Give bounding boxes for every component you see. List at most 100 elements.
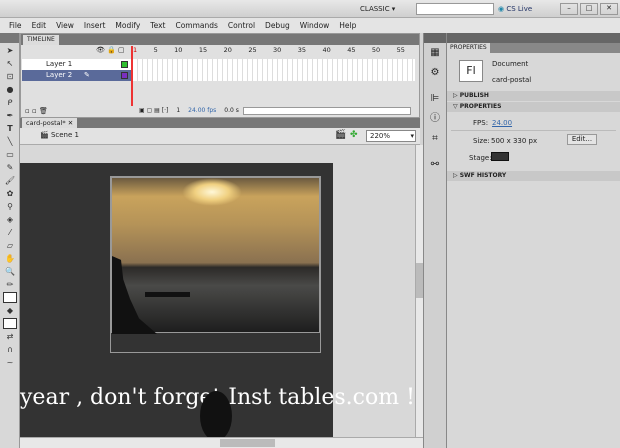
stage-area[interactable]: year , don't forget Inst tables.com ! <box>20 145 415 437</box>
eyedropper-tool-icon[interactable]: ⁄ <box>3 227 17 238</box>
align-icon[interactable]: ⊫ <box>424 89 446 109</box>
ruler-tick: 25 <box>248 46 257 54</box>
cs-live-button[interactable]: ◉ CS Live <box>498 3 532 15</box>
document-tab[interactable]: card-postal* ✕ <box>22 118 78 128</box>
bone-tool-icon[interactable]: ⚲ <box>3 201 17 212</box>
menu-file[interactable]: File <box>4 21 27 30</box>
zoom-select[interactable]: 220% ▾ <box>366 130 416 142</box>
stage-vscrollbar[interactable] <box>415 145 423 437</box>
menu-debug[interactable]: Debug <box>260 21 295 30</box>
library-icon[interactable]: ▦ <box>424 43 446 63</box>
fill-swatch[interactable] <box>3 318 17 329</box>
free-transform-tool-icon[interactable]: ⊡ <box>3 71 17 82</box>
swf-history-section[interactable]: ▷ SWF HISTORY <box>447 171 620 181</box>
3d-rotation-tool-icon[interactable]: ● <box>3 84 17 95</box>
properties-section[interactable]: ▽ PROPERTIES <box>447 102 620 112</box>
edit-scene-icon[interactable]: 🎬 <box>335 130 346 140</box>
ruler-tick: 30 <box>273 46 282 54</box>
layer-outline-color[interactable] <box>121 72 128 79</box>
layer-name: Layer 2 <box>46 71 73 79</box>
menu-help[interactable]: Help <box>334 21 361 30</box>
search-input[interactable] <box>416 3 494 15</box>
timeline-hscrollbar[interactable] <box>243 107 411 115</box>
properties-tab[interactable]: PROPERTIES <box>447 43 490 53</box>
info-icon[interactable]: ⓘ <box>424 109 446 129</box>
zoom-value: 220% <box>370 132 391 140</box>
edit-button[interactable]: Edit... <box>567 134 597 145</box>
stage-color-swatch[interactable] <box>491 152 509 161</box>
title-bar: CLASSIC ▾ ◉ CS Live – □ ✕ <box>0 0 620 18</box>
fps-value[interactable]: 24.00 <box>492 119 512 127</box>
fill-color-icon[interactable]: ◆ <box>3 305 17 316</box>
pencil-icon: ✎ <box>84 71 90 79</box>
layer-row-2[interactable]: Layer 2 ✎ <box>22 70 131 81</box>
edit-symbols-icon[interactable]: ✤ <box>350 130 358 140</box>
document-name: card-postal <box>492 76 532 84</box>
text-tool-icon[interactable]: T <box>3 123 17 134</box>
onion-skin-icons[interactable]: ▣ ▢ ▤ [·] <box>139 107 168 114</box>
frame-rate[interactable]: 24.00 fps <box>188 107 216 114</box>
sunset-photo[interactable] <box>111 177 320 334</box>
menu-bar: File Edit View Insert Modify Text Comman… <box>0 18 620 33</box>
timeline-tab[interactable]: TIMELINE <box>23 35 59 45</box>
close-icon[interactable]: ✕ <box>600 3 618 15</box>
ruler-tick: 10 <box>174 46 183 54</box>
transform-icon[interactable]: ⌗ <box>424 129 446 149</box>
line-tool-icon[interactable]: ╲ <box>3 136 17 147</box>
eraser-tool-icon[interactable]: ▱ <box>3 240 17 251</box>
stroke-color-icon[interactable]: ✏ <box>3 279 17 290</box>
stage-hscrollbar[interactable] <box>20 437 423 448</box>
menu-edit[interactable]: Edit <box>27 21 52 30</box>
layer-visibility-icons[interactable]: 👁 🔒 ▢ <box>96 46 125 54</box>
components-icon[interactable]: ⚯ <box>424 155 446 175</box>
fps-label: FPS: <box>473 119 489 127</box>
playhead[interactable] <box>131 46 133 106</box>
swap-colors-icon[interactable]: ⇄ <box>3 331 17 342</box>
deco-tool-icon[interactable]: ✿ <box>3 188 17 199</box>
minimize-icon[interactable]: – <box>560 3 578 15</box>
new-layer-buttons[interactable]: ▫ ▫ 🗑 <box>25 107 48 115</box>
tools-panel: ➤ ↖ ⊡ ● ᑭ ✒ T ╲ ▭ ✎ 🖌 ✿ ⚲ ◈ ⁄ ▱ ✋ 🔍 ✏ ◆ … <box>0 33 20 448</box>
stage-canvas[interactable]: year , don't forget Inst tables.com ! <box>20 163 415 437</box>
smooth-icon[interactable]: ~ <box>3 357 17 368</box>
rectangle-tool-icon[interactable]: ▭ <box>3 149 17 160</box>
pencil-tool-icon[interactable]: ✎ <box>3 162 17 173</box>
scene-breadcrumb[interactable]: 🎬 Scene 1 <box>40 131 79 139</box>
pen-tool-icon[interactable]: ✒ <box>3 110 17 121</box>
brush-tool-icon[interactable]: 🖌 <box>3 175 17 186</box>
menu-control[interactable]: Control <box>223 21 260 30</box>
menu-modify[interactable]: Modify <box>110 21 145 30</box>
menu-text[interactable]: Text <box>145 21 170 30</box>
properties-panel: PROPERTIES Fl Document card-postal ▷ PUB… <box>447 33 620 448</box>
frames-grid[interactable] <box>133 59 415 81</box>
menu-window[interactable]: Window <box>295 21 335 30</box>
motion-presets-icon[interactable]: ⚙ <box>424 63 446 83</box>
menu-commands[interactable]: Commands <box>170 21 222 30</box>
cs-live-icon: ◉ <box>498 5 505 13</box>
edit-bar: 🎬 Scene 1 🎬 ✤ 220% ▾ <box>20 128 420 145</box>
workspace-switcher[interactable]: CLASSIC ▾ <box>360 3 410 15</box>
publish-section[interactable]: ▷ PUBLISH <box>447 91 620 101</box>
timeline-panel: TIMELINE 👁 🔒 ▢ 1 5 10 15 20 25 30 35 40 45 50 55 La… <box>20 33 420 118</box>
subselection-tool-icon[interactable]: ↖ <box>3 58 17 69</box>
snap-icon[interactable]: ∩ <box>3 344 17 355</box>
layer-row-1[interactable]: Layer 1 <box>22 59 131 70</box>
panel-icon-strip: ▦ ⚙ ⊫ ⓘ ⌗ ⚯ <box>423 33 447 448</box>
paint-bucket-tool-icon[interactable]: ◈ <box>3 214 17 225</box>
lasso-tool-icon[interactable]: ᑭ <box>3 97 17 108</box>
scene-label: Scene 1 <box>50 131 79 139</box>
stroke-swatch[interactable] <box>3 292 17 303</box>
hand-tool-icon[interactable]: ✋ <box>3 253 17 264</box>
zoom-tool-icon[interactable]: 🔍 <box>3 266 17 277</box>
selection-tool-icon[interactable]: ➤ <box>3 45 17 56</box>
document-tab-bar: card-postal* ✕ <box>20 118 420 128</box>
cs-live-label: CS Live <box>506 5 533 13</box>
close-tab-icon[interactable]: ✕ <box>68 119 73 127</box>
ruler-tick: 40 <box>322 46 331 54</box>
frame-ruler[interactable]: 1 5 10 15 20 25 30 35 40 45 50 55 <box>133 46 415 57</box>
maximize-icon[interactable]: □ <box>580 3 598 15</box>
menu-insert[interactable]: Insert <box>79 21 111 30</box>
menu-view[interactable]: View <box>51 21 79 30</box>
layer-outline-color[interactable] <box>121 61 128 68</box>
scene-icon: 🎬 <box>40 131 49 139</box>
